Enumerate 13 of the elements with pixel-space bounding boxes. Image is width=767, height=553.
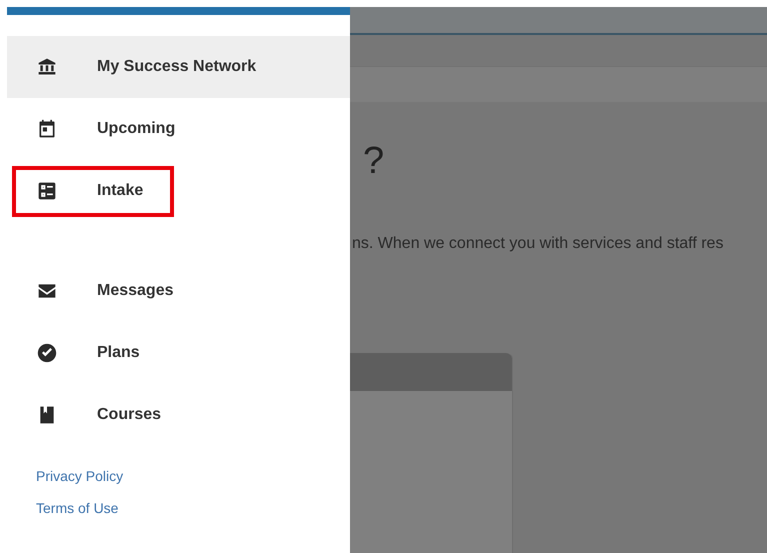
footer-link[interactable]: Terms of Use <box>36 500 118 516</box>
bank-icon <box>37 57 57 77</box>
form-icon <box>37 181 57 201</box>
page-heading: ? <box>362 140 386 184</box>
paragraph-text: ns. When we connect you with services and staff res <box>351 235 724 254</box>
footer-link[interactable]: Privacy Policy <box>36 468 124 484</box>
sidebar-item[interactable]: Courses <box>7 384 350 446</box>
sidebar-item[interactable]: Plans <box>7 322 350 384</box>
sidebar-item[interactable]: Upcoming <box>7 98 350 160</box>
sidebar-item[interactable]: Intake <box>7 160 350 222</box>
sidebar-item[interactable]: My Success Network <box>7 36 350 98</box>
sidebar-item[interactable]: Messages <box>7 260 350 322</box>
calendar-icon <box>37 119 57 139</box>
